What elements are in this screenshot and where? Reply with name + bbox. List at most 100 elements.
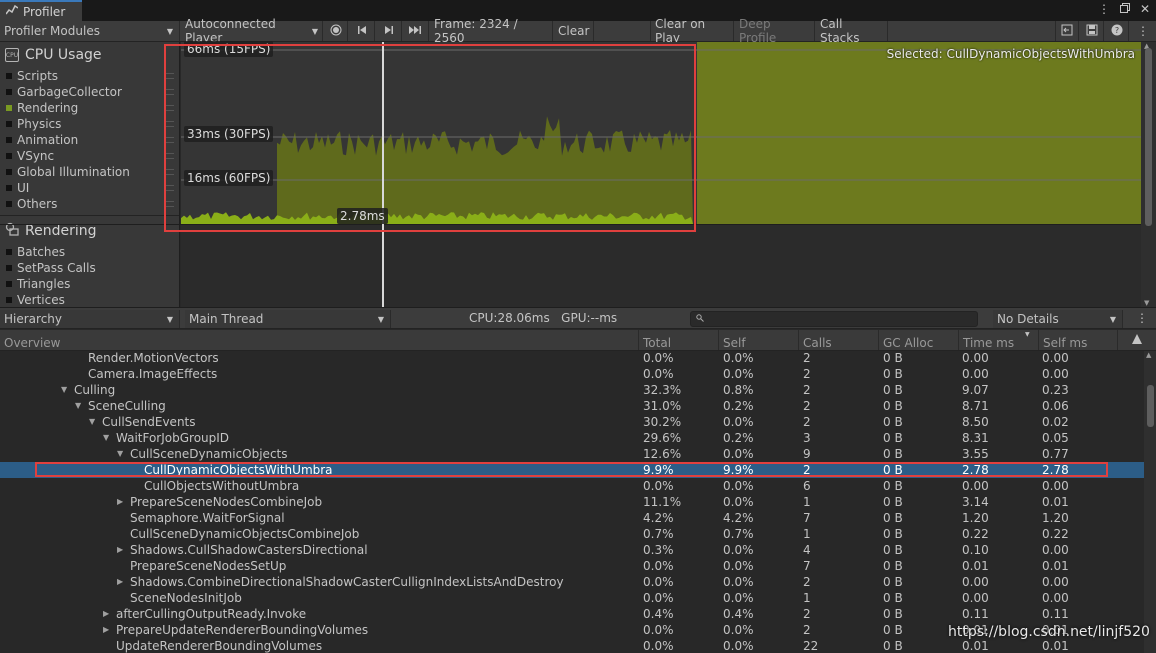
collapse-toggle[interactable] [1117, 330, 1156, 350]
table-row[interactable]: ▼ WaitForJobGroupID 29.6% 0.2% 3 0 B 8.31 0.05 [0, 430, 1144, 446]
more-dots-icon[interactable]: ⋮ [1098, 2, 1110, 16]
rendering-chart[interactable] [181, 225, 1141, 307]
deep-profile-toggle[interactable]: Deep Profile [735, 17, 815, 45]
module-item-batches[interactable]: Batches [0, 244, 179, 260]
table-row[interactable]: ▶ Shadows.CombineDirectionalShadowCasterC… [0, 574, 1144, 590]
drag-handle-icon[interactable] [164, 137, 174, 143]
module-item-physics[interactable]: Physics [0, 116, 179, 132]
table-row[interactable]: ▶ PrepareSceneNodesCombineJob 11.1% 0.0% 1 0 … [0, 494, 1144, 510]
cpu-usage-module-header[interactable]: CPU CPU Usage [0, 42, 179, 68]
column-header-gc-alloc[interactable]: GC Alloc [878, 330, 957, 350]
table-row[interactable]: Render.MotionVectors 0.0% 0.0% 2 0 B 0.00 0.00 [0, 351, 1144, 366]
cpu-usage-chart[interactable] [181, 42, 1141, 224]
selected-frame-marker[interactable] [382, 42, 384, 307]
restore-icon[interactable] [1119, 2, 1130, 16]
module-item-vertices[interactable]: Vertices [0, 292, 179, 307]
table-row[interactable]: ▼ Culling 32.3% 0.8% 2 0 B 9.07 0.23 [0, 382, 1144, 398]
chart-scrollbar[interactable]: ▲ ▼ [1141, 42, 1156, 307]
player-dropdown[interactable]: Autoconnected Player ▼ [181, 17, 323, 45]
table-row[interactable]: UpdateRendererBoundingVolumes 0.0% 0.0% 22 0… [0, 638, 1144, 653]
expanded-arrow-icon[interactable]: ▼ [117, 446, 123, 462]
expanded-arrow-icon[interactable]: ▼ [103, 430, 109, 446]
drag-handle-icon[interactable] [164, 121, 174, 127]
table-scrollbar[interactable]: ▲ [1144, 351, 1156, 653]
module-item-garbagecollector[interactable]: GarbageCollector [0, 84, 179, 100]
drag-handle-icon[interactable] [164, 89, 174, 95]
column-header-self[interactable]: Self [718, 330, 797, 350]
row-calls: 2 [803, 415, 811, 429]
table-row[interactable]: PrepareSceneNodesSetUp 0.0% 0.0% 7 0 B 0.01 0.… [0, 558, 1144, 574]
module-item-vsync[interactable]: VSync [0, 148, 179, 164]
drag-handle-icon[interactable] [164, 153, 174, 159]
more-dots-icon[interactable]: ⋮ [1136, 311, 1148, 325]
last-frame-button[interactable] [403, 21, 429, 41]
save-button[interactable] [1080, 21, 1104, 41]
module-item-label: GarbageCollector [17, 85, 122, 99]
scroll-up-icon[interactable]: ▲ [1146, 351, 1151, 359]
column-header-self-ms[interactable]: Self ms [1038, 330, 1116, 350]
module-item-rendering[interactable]: Rendering [0, 100, 179, 116]
record-button[interactable] [324, 21, 348, 41]
view-type-dropdown[interactable]: Hierarchy ▼ [0, 310, 180, 328]
table-row[interactable]: ▼ SceneCulling 31.0% 0.2% 2 0 B 8.71 0.06 [0, 398, 1144, 414]
row-time-ms: 8.31 [962, 431, 989, 445]
expanded-arrow-icon[interactable]: ▼ [89, 414, 95, 430]
table-row[interactable]: CullObjectsWithoutUmbra 0.0% 0.0% 6 0 B 0.00 0… [0, 478, 1144, 494]
collapsed-arrow-icon[interactable]: ▶ [117, 542, 123, 558]
collapsed-arrow-icon[interactable]: ▶ [103, 606, 109, 622]
module-item-ui[interactable]: UI [0, 180, 179, 196]
expanded-arrow-icon[interactable]: ▼ [61, 382, 67, 398]
column-header-total[interactable]: Total [638, 330, 717, 350]
first-frame-button[interactable] [349, 21, 375, 41]
table-row[interactable]: SceneNodesInitJob 0.0% 0.0% 1 0 B 0.00 0.00 [0, 590, 1144, 606]
drag-handle-icon[interactable] [164, 169, 174, 175]
expanded-arrow-icon[interactable]: ▼ [75, 398, 81, 414]
row-self-ms: 0.01 [1042, 639, 1069, 653]
next-frame-button[interactable] [376, 21, 402, 41]
table-row[interactable]: CullSceneDynamicObjectsCombineJob 0.7% 0.7… [0, 526, 1144, 542]
help-button[interactable]: ? [1105, 21, 1129, 41]
load-button[interactable] [1055, 21, 1079, 41]
table-row[interactable]: ▼ CullSendEvents 30.2% 0.0% 2 0 B 8.50 0.02 [0, 414, 1144, 430]
call-stacks-toggle[interactable]: Call Stacks [816, 17, 888, 45]
row-total: 0.4% [643, 607, 674, 621]
thread-dropdown[interactable]: Main Thread ▼ [185, 310, 391, 328]
drag-handle-icon[interactable] [164, 185, 174, 191]
column-header-calls[interactable]: Calls [798, 330, 877, 350]
details-dropdown[interactable]: No Details ▼ [993, 310, 1123, 328]
clear-button[interactable]: Clear [554, 21, 594, 41]
row-name: SceneCulling [88, 399, 166, 413]
table-row[interactable]: ▶ afterCullingOutputReady.Invoke 0.4% 0.4% 2… [0, 606, 1144, 622]
module-item-global-illumination[interactable]: Global Illumination [0, 164, 179, 180]
toolbar-menu-button[interactable]: ⋮ [1130, 21, 1156, 41]
module-item-others[interactable]: Others [0, 196, 179, 212]
search-input[interactable] [690, 311, 978, 327]
profiler-modules-dropdown[interactable]: Profiler Modules ▼ [0, 21, 180, 41]
scroll-down-icon[interactable]: ▼ [1144, 299, 1149, 307]
module-item-setpass-calls[interactable]: SetPass Calls [0, 260, 179, 276]
column-header-overview[interactable]: Overview [0, 330, 637, 350]
table-row[interactable]: ▼ CullSceneDynamicObjects 12.6% 0.0% 9 0 B 3.5… [0, 446, 1144, 462]
collapsed-arrow-icon[interactable]: ▶ [117, 574, 123, 590]
drag-handle-icon[interactable] [164, 105, 174, 111]
row-self-ms: 0.00 [1042, 543, 1069, 557]
table-row[interactable]: CullDynamicObjectsWithUmbra 9.9% 9.9% 2 0 B 2… [0, 462, 1144, 478]
module-item-triangles[interactable]: Triangles [0, 276, 179, 292]
drag-handle-icon[interactable] [164, 73, 174, 79]
clear-on-play-toggle[interactable]: Clear on Play [650, 17, 734, 45]
table-row[interactable]: Camera.ImageEffects 0.0% 0.0% 2 0 B 0.00 0.00 [0, 366, 1144, 382]
scrollbar-thumb[interactable] [1147, 385, 1154, 427]
module-item-label: Scripts [17, 69, 59, 83]
rendering-module-header[interactable]: Rendering [0, 218, 179, 244]
profiler-tab[interactable]: Profiler [0, 0, 82, 21]
scrollbar-thumb[interactable] [1145, 48, 1152, 226]
table-row[interactable]: Semaphore.WaitForSignal 4.2% 4.2% 7 0 B 1.20 1… [0, 510, 1144, 526]
table-row[interactable]: ▶ Shadows.CullShadowCastersDirectional 0.3… [0, 542, 1144, 558]
watermark-text: https://blog.csdn.net/linjf520 [948, 624, 1150, 640]
collapsed-arrow-icon[interactable]: ▶ [117, 494, 123, 510]
module-item-scripts[interactable]: Scripts [0, 68, 179, 84]
close-icon[interactable]: ✕ [1140, 2, 1150, 16]
drag-handle-icon[interactable] [164, 201, 174, 207]
module-item-animation[interactable]: Animation [0, 132, 179, 148]
collapsed-arrow-icon[interactable]: ▶ [103, 622, 109, 638]
